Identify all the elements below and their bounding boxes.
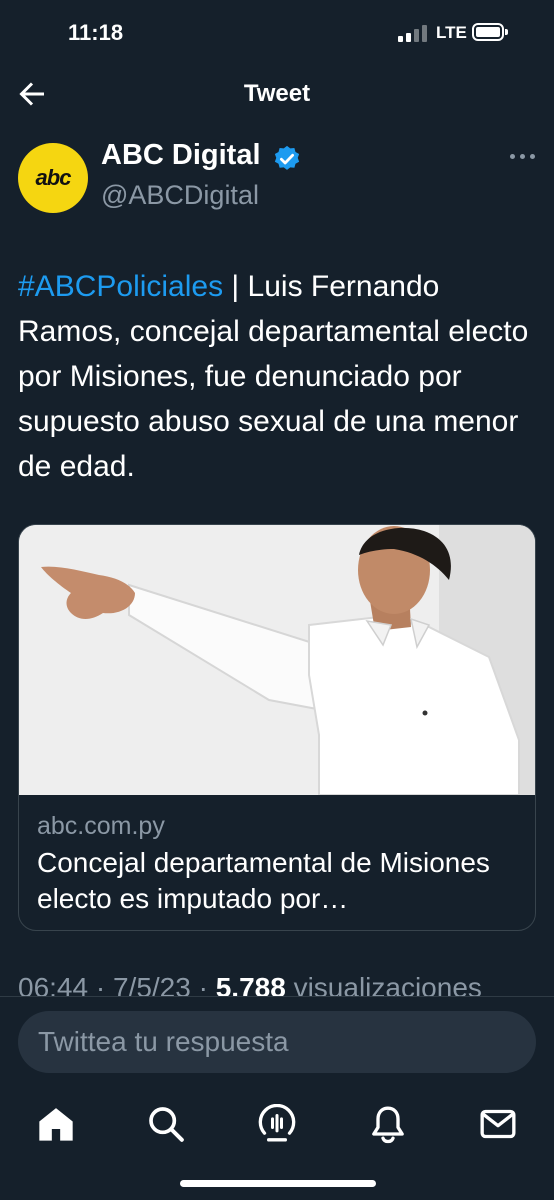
link-preview-card[interactable]: abc.com.py Concejal departamental de Mis… <box>18 524 536 931</box>
network-type: LTE <box>436 23 467 42</box>
more-options-icon[interactable] <box>510 146 536 168</box>
reply-input[interactable]: Twittea tu respuesta <box>18 1011 536 1073</box>
status-time: 11:18 <box>68 20 124 45</box>
card-domain: abc.com.py <box>37 812 165 840</box>
reply-bar: Twittea tu respuesta <box>0 996 554 1089</box>
notifications-icon[interactable] <box>368 1104 408 1144</box>
avatar-logo: abc <box>35 165 72 190</box>
card-title: Concejal departamental de Misiones elect… <box>37 847 490 914</box>
battery-icon <box>472 23 508 41</box>
tweet-text: #ABCPoliciales | Luis Fernando Ramos, co… <box>18 264 538 489</box>
search-icon[interactable] <box>146 1104 186 1144</box>
verified-badge-icon <box>274 145 300 170</box>
signal-icon <box>398 24 428 42</box>
home-indicator <box>180 1180 376 1187</box>
card-photo <box>19 525 535 795</box>
avatar[interactable]: abc <box>18 143 88 213</box>
status-bar: 11:18 LTE <box>0 0 554 66</box>
page-title: Tweet <box>243 80 311 107</box>
card-image <box>19 525 535 795</box>
home-icon[interactable] <box>36 1104 76 1144</box>
hashtag-link[interactable]: #ABCPoliciales <box>18 270 223 303</box>
messages-icon[interactable] <box>478 1104 518 1144</box>
nav-header: Tweet <box>0 66 554 122</box>
author-handle[interactable]: @ABCDigital <box>101 180 259 211</box>
author-name[interactable]: ABC Digital <box>101 139 261 172</box>
spaces-icon[interactable] <box>257 1104 297 1144</box>
